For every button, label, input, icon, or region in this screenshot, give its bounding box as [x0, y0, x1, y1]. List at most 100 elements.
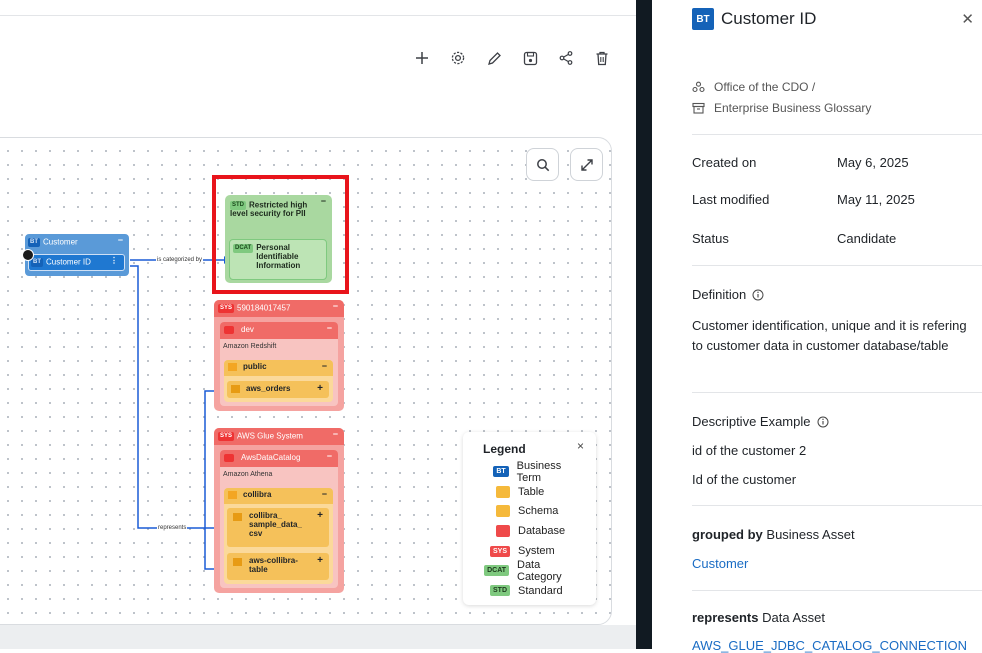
collapse-icon[interactable]: − [327, 451, 332, 462]
selection-highlight [212, 175, 349, 294]
database-label: AwsDataCatalog [241, 453, 301, 463]
schema-node[interactable]: public − aws_orders + [224, 360, 333, 402]
breadcrumb-label: Enterprise Business Glossary [714, 101, 872, 115]
database-node[interactable]: dev − Amazon Redshift public − aws_order… [220, 322, 338, 406]
legend-label: Business Term [516, 459, 562, 484]
schema-node[interactable]: collibra − collibra_ sample_data_ csv + … [224, 488, 333, 584]
collapse-icon[interactable]: − [322, 489, 327, 500]
database-subtitle: Amazon Redshift [223, 343, 277, 350]
database-icon [224, 326, 234, 334]
grouped-by-link[interactable]: Customer [692, 556, 748, 571]
community-icon [692, 81, 705, 93]
grouped-by-type: Business Asset [762, 527, 855, 542]
legend-item: Database [473, 521, 586, 541]
legend-item: DCAT Data Category [473, 558, 586, 583]
table-node[interactable]: aws_orders + [227, 381, 329, 398]
database-node[interactable]: AwsDataCatalog − Amazon Athena collibra … [220, 450, 338, 588]
system-title: 590184017457 [237, 303, 291, 313]
collapse-icon[interactable]: − [118, 235, 123, 246]
close-icon[interactable]: ✕ [961, 10, 974, 28]
meta-value: Candidate [837, 231, 897, 246]
schema-icon [496, 505, 510, 518]
definition-title: Definition [692, 287, 764, 302]
info-icon[interactable] [752, 289, 764, 301]
meta-value: May 11, 2025 [837, 192, 915, 207]
location-pin-icon [22, 249, 34, 261]
grouped-by-title: grouped by Business Asset [692, 525, 972, 545]
legend-item: BT Business Term [473, 459, 586, 484]
legend-label: Data Category [517, 558, 562, 583]
system-node-2[interactable]: SYS AWS Glue System − AwsDataCatalog − Am… [214, 428, 344, 593]
breadcrumb-label: Office of the CDO / [714, 80, 816, 94]
sys-tag: SYS [218, 432, 235, 441]
meta-value: May 6, 2025 [837, 155, 909, 170]
represents-title: represents Data Asset [692, 608, 972, 628]
database-label: dev [241, 325, 254, 335]
table-node[interactable]: collibra_ sample_data_ csv + [227, 508, 329, 547]
legend-label: Database [518, 525, 566, 538]
bt-tag: BT [31, 258, 43, 267]
table-icon [496, 485, 510, 498]
collapse-icon[interactable]: − [333, 429, 338, 440]
database-subtitle: Amazon Athena [223, 471, 273, 478]
panel-divider[interactable] [636, 0, 652, 649]
bottom-strip [0, 625, 636, 649]
meta-status: Status Candidate [692, 231, 896, 246]
meta-key: Status [692, 231, 729, 246]
collapse-icon[interactable]: − [333, 301, 338, 312]
panel-header: BT Customer ID [692, 8, 816, 30]
table-icon [231, 385, 240, 393]
schema-label: collibra [243, 490, 272, 500]
definition-text: Customer identification, unique and it i… [692, 318, 967, 353]
expand-node-icon[interactable]: + [317, 510, 323, 521]
close-icon[interactable]: × [577, 439, 584, 453]
edge-label-represents: represents [157, 525, 188, 531]
business-term-badge: BT [692, 8, 714, 30]
example-1: id of the customer 2 [692, 443, 807, 458]
example-title: Descriptive Example [692, 414, 829, 429]
schema-icon [228, 363, 237, 371]
customer-node-title: Customer [43, 237, 78, 247]
schema-label: public [243, 362, 267, 372]
legend-label: Schema [518, 505, 559, 518]
legend-label: System [518, 545, 555, 558]
grouped-by-label: grouped by [692, 527, 763, 542]
represents-type: Data Asset [758, 610, 825, 625]
legend-label: Standard [518, 584, 563, 597]
collapse-icon[interactable]: − [322, 361, 327, 372]
schema-icon [228, 491, 237, 499]
table-label: aws_orders [246, 384, 291, 394]
customer-node[interactable]: BT Customer − BT Customer ID ⋮ [25, 234, 129, 276]
legend-item: Table [473, 482, 586, 502]
breadcrumb-community[interactable]: Office of the CDO / [692, 80, 815, 94]
table-icon [233, 558, 242, 566]
table-label: collibra_ sample_data_ csv [249, 511, 302, 538]
edge-label-categorized: is categorized by [156, 257, 204, 263]
example-heading: Descriptive Example [692, 414, 811, 429]
sys-tag: SYS [218, 304, 235, 313]
expand-node-icon[interactable]: + [317, 383, 323, 394]
meta-key: Created on [692, 155, 757, 170]
separator [692, 265, 982, 266]
legend-title: Legend [483, 442, 526, 456]
represents-label: represents [692, 610, 759, 625]
example-2: Id of the customer [692, 472, 797, 487]
breadcrumb-domain[interactable]: Enterprise Business Glossary [692, 101, 871, 115]
info-icon[interactable] [817, 416, 829, 428]
meta-created: Created on May 6, 2025 [692, 155, 909, 170]
represents-link[interactable]: AWS_GLUE_JDBC_CATALOG_CONNECTION [692, 638, 967, 653]
panel-title: Customer ID [721, 9, 817, 28]
legend-item: STD Standard [473, 581, 586, 601]
business-term-icon: BT [493, 466, 509, 478]
data-category-icon: DCAT [484, 565, 509, 577]
more-icon[interactable]: ⋮ [110, 256, 118, 266]
expand-node-icon[interactable]: + [317, 555, 323, 566]
bt-tag: BT [28, 238, 40, 247]
separator [692, 590, 982, 591]
table-node[interactable]: aws-collibra- table + [227, 553, 329, 580]
customer-id-row[interactable]: BT Customer ID ⋮ [28, 254, 125, 271]
collapse-icon[interactable]: − [327, 323, 332, 334]
database-icon [224, 454, 234, 462]
system-node-1[interactable]: SYS 590184017457 − dev − Amazon Redshift … [214, 300, 344, 411]
definition-heading: Definition [692, 287, 747, 302]
